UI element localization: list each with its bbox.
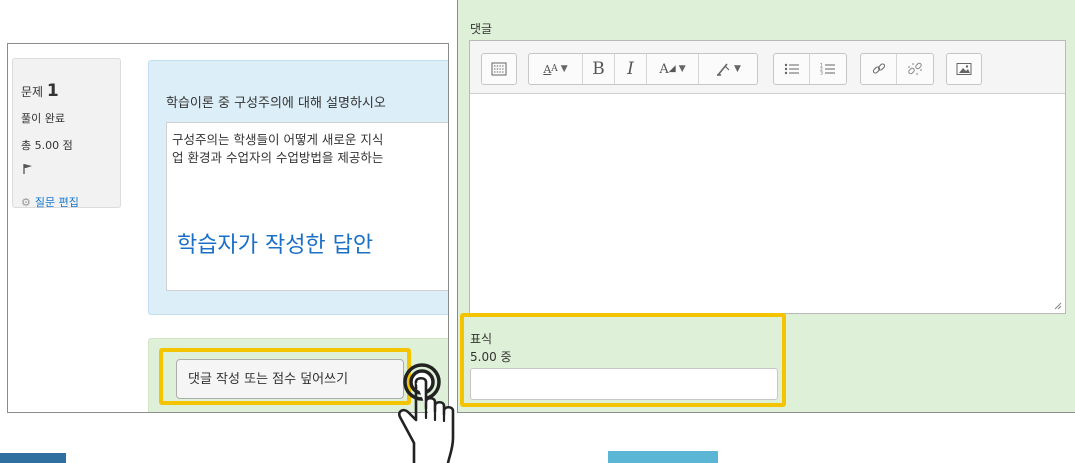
gear-icon: ⚙	[21, 196, 31, 209]
resize-grip-icon[interactable]	[1052, 300, 1062, 310]
edit-question-link[interactable]: ⚙ 질문 편집	[21, 194, 79, 210]
toolbar-toggle-icon[interactable]	[482, 54, 516, 84]
italic-icon[interactable]: I	[615, 54, 647, 84]
highlight-mark-field	[460, 313, 786, 407]
font-color-icon[interactable]: A ◢ ▼	[647, 54, 699, 84]
comment-label: 댓글	[470, 22, 493, 36]
question-info-box: 문제 1 풀이 완료 총 5.00 점 ⚙ 질문 편집	[12, 58, 121, 210]
unlink-icon[interactable]	[897, 54, 933, 84]
image-icon[interactable]	[947, 54, 981, 84]
question-number: 문제 1	[21, 81, 59, 101]
question-status: 풀이 완료	[21, 112, 65, 125]
svg-text:3: 3	[820, 71, 823, 77]
bottom-bar-right	[608, 451, 718, 463]
answer-annotation-label: 학습자가 작성한 답안	[177, 233, 374, 258]
question-content: 학습이론 중 구성주의에 대해 설명하시오 구성주의는 학생들이 어떻게 새로운…	[148, 60, 448, 315]
comment-editor[interactable]: A A ▼ B I A ◢ ▼ ▼ 123	[469, 40, 1066, 314]
unordered-list-icon[interactable]	[774, 54, 810, 84]
font-size-icon[interactable]: A A ▼	[529, 54, 583, 84]
highlight-comment-button	[159, 348, 411, 405]
pointer-hand-icon	[398, 363, 455, 463]
question-text: 학습이론 중 구성주의에 대해 설명하시오	[166, 96, 386, 111]
answer-text: 구성주의는 학생들이 어떻게 새로운 지식 업 환경과 수업자의 수업방법을 제…	[172, 132, 384, 165]
editor-toolbar: A A ▼ B I A ◢ ▼ ▼ 123	[470, 41, 1065, 94]
question-score: 총 5.00 점	[21, 139, 73, 152]
bold-icon[interactable]: B	[583, 54, 615, 84]
background-color-icon[interactable]: ▼	[699, 54, 757, 84]
ordered-list-icon[interactable]: 123	[810, 54, 846, 84]
answer-box: 구성주의는 학생들이 어떻게 새로운 지식 업 환경과 수업자의 수업방법을 제…	[166, 122, 448, 291]
flag-icon[interactable]	[22, 163, 34, 178]
bottom-bar-left	[0, 453, 66, 463]
link-icon[interactable]	[861, 54, 897, 84]
